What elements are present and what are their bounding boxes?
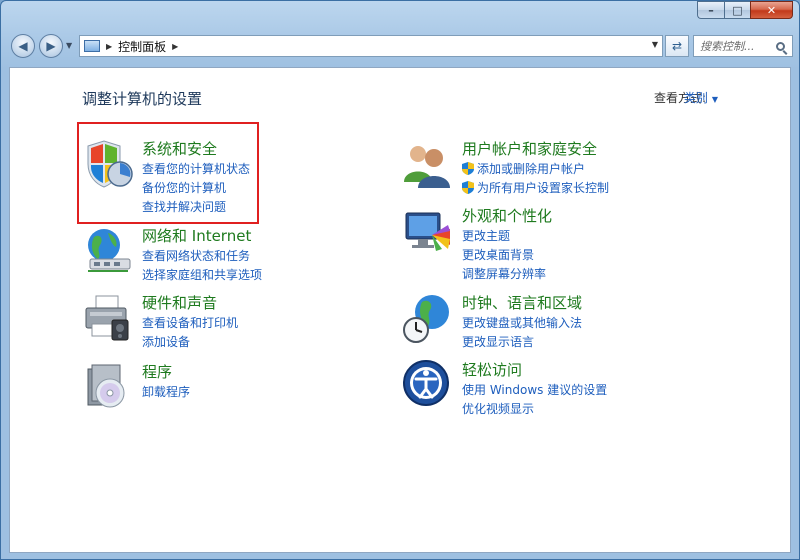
category-title[interactable]: 硬件和声音 xyxy=(142,292,217,313)
caption-buttons: – □ ✕ xyxy=(697,1,793,19)
category-title[interactable]: 时钟、语言和区域 xyxy=(462,292,582,313)
chevron-down-icon: ▼ xyxy=(711,95,718,104)
content-pane: 调整计算机的设置 查看方式: 类别 ▼ 系统和安全 查看您的计算机状态 备份您的计… xyxy=(9,67,791,553)
forward-arrow-icon: ▶ xyxy=(46,39,56,53)
uac-shield-icon xyxy=(462,181,474,194)
refresh-button[interactable]: ⇄ xyxy=(665,35,689,57)
link-view-network-status[interactable]: 查看网络状态和任务 xyxy=(142,247,262,266)
address-bar[interactable]: ▶ 控制面板 ▶ ▼ xyxy=(79,35,663,57)
link-view-devices-printers[interactable]: 查看设备和打印机 xyxy=(142,314,238,333)
page-title: 调整计算机的设置 xyxy=(82,90,203,108)
link-optimize-video-display[interactable]: 优化视频显示 xyxy=(462,400,607,419)
link-change-keyboard-input[interactable]: 更改键盘或其他输入法 xyxy=(462,314,582,333)
accessibility-icon[interactable] xyxy=(402,359,454,411)
globe-clock-icon[interactable] xyxy=(402,292,454,344)
address-history-dropdown[interactable]: ▼ xyxy=(652,40,658,49)
close-button[interactable]: ✕ xyxy=(750,1,793,19)
recent-pages-dropdown[interactable]: ▼ xyxy=(66,41,72,50)
link-label[interactable]: 为所有用户设置家长控制 xyxy=(477,181,609,195)
uac-shield-icon xyxy=(462,162,474,175)
back-arrow-icon: ◀ xyxy=(18,39,28,53)
category-title[interactable]: 用户帐户和家庭安全 xyxy=(462,138,597,159)
link-add-device[interactable]: 添加设备 xyxy=(142,333,238,352)
highlight-annotation-box xyxy=(77,122,259,224)
refresh-icon: ⇄ xyxy=(671,39,683,53)
breadcrumb-chevron-icon[interactable]: ▶ xyxy=(106,42,112,51)
link-parental-controls[interactable]: 为所有用户设置家长控制 xyxy=(462,179,609,198)
link-change-desktop-background[interactable]: 更改桌面背景 xyxy=(462,246,546,265)
forward-button[interactable]: ▶ xyxy=(39,34,63,58)
monitor-palette-icon[interactable] xyxy=(402,205,454,257)
link-adjust-resolution[interactable]: 调整屏幕分辨率 xyxy=(462,265,546,284)
view-by-value[interactable]: 类别 xyxy=(684,91,708,105)
breadcrumb-chevron-icon[interactable]: ▶ xyxy=(172,42,178,51)
back-button[interactable]: ◀ xyxy=(11,34,35,58)
minimize-button[interactable]: – xyxy=(697,1,724,19)
network-globe-icon[interactable] xyxy=(82,225,134,277)
link-uninstall-program[interactable]: 卸载程序 xyxy=(142,383,190,402)
breadcrumb-control-panel[interactable]: 控制面板 xyxy=(118,38,166,55)
category-title[interactable]: 网络和 Internet xyxy=(142,225,251,246)
link-homegroup-sharing[interactable]: 选择家庭组和共享选项 xyxy=(142,266,262,285)
navigation-bar: ◀ ▶ ▼ ▶ 控制面板 ▶ ▼ ⇄ xyxy=(9,33,793,59)
users-icon[interactable] xyxy=(402,138,454,190)
search-input[interactable] xyxy=(700,39,774,53)
category-title[interactable]: 外观和个性化 xyxy=(462,205,552,226)
control-panel-icon xyxy=(84,40,100,52)
link-change-display-language[interactable]: 更改显示语言 xyxy=(462,333,582,352)
programs-disc-icon[interactable] xyxy=(82,361,134,413)
link-windows-recommended-settings[interactable]: 使用 Windows 建议的设置 xyxy=(462,381,607,400)
maximize-button[interactable]: □ xyxy=(724,1,750,19)
link-add-remove-accounts[interactable]: 添加或删除用户帐户 xyxy=(462,160,609,179)
link-change-theme[interactable]: 更改主题 xyxy=(462,227,546,246)
category-title[interactable]: 程序 xyxy=(142,361,172,382)
view-by-dropdown[interactable]: 类别 ▼ xyxy=(684,89,718,106)
search-icon[interactable] xyxy=(776,41,785,51)
link-label[interactable]: 添加或删除用户帐户 xyxy=(477,162,585,176)
control-panel-window: – □ ✕ ◀ ▶ ▼ ▶ 控制面板 ▶ ▼ ⇄ 调整计算机的设置 查看方式: … xyxy=(0,0,800,560)
printer-icon[interactable] xyxy=(82,292,134,344)
search-box[interactable] xyxy=(693,35,793,57)
category-title[interactable]: 轻松访问 xyxy=(462,359,522,380)
